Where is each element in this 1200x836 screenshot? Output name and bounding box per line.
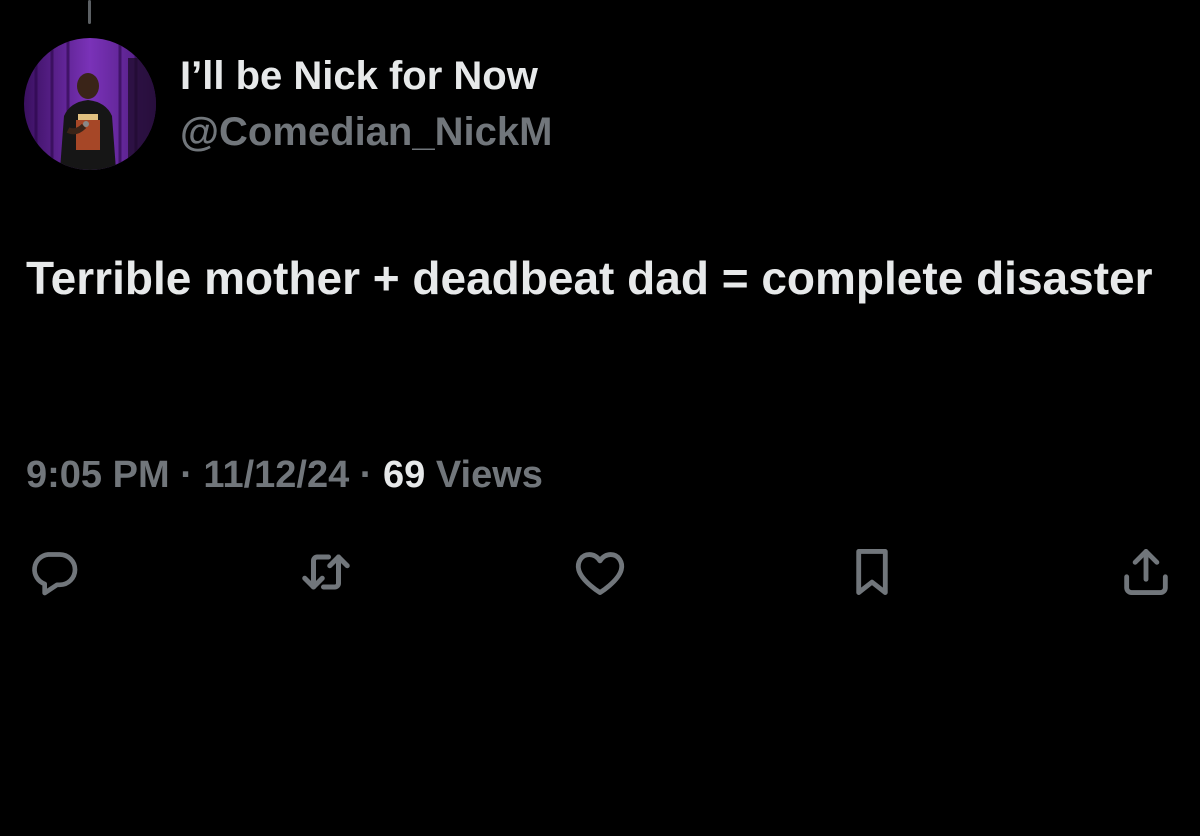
avatar[interactable] (24, 38, 156, 170)
views-count: 69 (383, 454, 426, 496)
heart-icon (575, 552, 625, 595)
tweet-time[interactable]: 9:05 PM (26, 454, 170, 496)
thread-connector-line (88, 0, 91, 24)
share-icon (1124, 549, 1168, 595)
retweet-icon (302, 554, 350, 590)
reply-button[interactable] (24, 542, 84, 602)
bookmark-icon (856, 549, 888, 595)
author-handle[interactable]: @Comedian_NickM (180, 108, 552, 156)
like-button[interactable] (570, 542, 630, 602)
author-display-name[interactable]: I’ll be Nick for Now (180, 52, 538, 100)
tweet-action-bar (0, 542, 1200, 602)
bookmark-button[interactable] (842, 542, 902, 602)
retweet-button[interactable] (296, 542, 356, 602)
views-label: Views (435, 454, 543, 496)
reply-icon (32, 552, 78, 596)
tweet-meta: 9:05 PM · 11/12/24 · 69 Views (26, 450, 543, 500)
meta-separator: · (180, 454, 193, 496)
tweet-text: Terrible mother + deadbeat dad = complet… (26, 252, 1153, 304)
meta-separator: · (359, 454, 373, 496)
share-button[interactable] (1116, 542, 1176, 602)
tweet-date[interactable]: 11/12/24 (203, 454, 349, 496)
avatar-photo (24, 38, 156, 170)
